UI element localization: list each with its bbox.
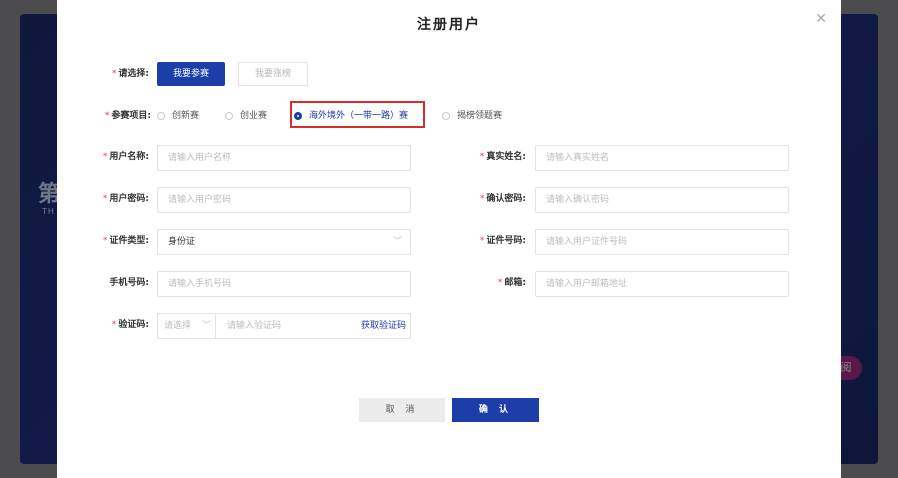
id-number-label: * 证件号码: <box>479 236 526 246</box>
join-competition-button[interactable]: 我要参赛 <box>157 62 225 86</box>
chevron-down-icon: ﹀ <box>201 321 211 331</box>
captcha-input[interactable] <box>217 314 347 338</box>
choose-label: * 请选择: <box>111 69 149 79</box>
confirm-password-label: * 确认密码: <box>479 194 526 204</box>
realname-input[interactable] <box>535 145 789 171</box>
email-input[interactable] <box>535 271 789 297</box>
confirm-password-input[interactable] <box>535 187 789 213</box>
radio-circle-icon <box>157 112 165 120</box>
radio-challenge[interactable]: 揭榜领题赛 <box>442 109 502 123</box>
close-icon[interactable]: ✕ <box>815 12 827 26</box>
realname-label: * 真实姓名: <box>479 152 526 162</box>
project-label: * 参赛项目: <box>104 111 151 121</box>
cancel-button[interactable]: 取 消 <box>359 398 445 422</box>
rank-button[interactable]: 我要涨榜 <box>238 62 308 86</box>
username-label: * 用户名称: <box>102 152 149 162</box>
chevron-down-icon: ﹀ <box>392 237 402 247</box>
id-type-select[interactable]: 身份证 ﹀ <box>157 229 411 255</box>
id-type-label: * 证件类型: <box>102 236 149 246</box>
captcha-group: 请选择 ﹀ 获取验证码 <box>157 313 411 339</box>
radio-circle-icon <box>442 112 450 120</box>
register-modal: 注册用户 ✕ * 请选择: 我要参赛 我要涨榜 * 参赛项目: 创新赛 创业赛 海外… <box>57 0 841 478</box>
password-input[interactable] <box>157 187 411 213</box>
modal-title: 注册用户 <box>417 17 481 33</box>
radio-innovation[interactable]: 创新赛 <box>157 109 199 123</box>
get-captcha-button[interactable]: 获取验证码 <box>361 314 406 338</box>
confirm-button[interactable]: 确 认 <box>452 398 539 422</box>
username-input[interactable] <box>157 145 411 171</box>
phone-input[interactable] <box>157 271 411 297</box>
phone-label: 手机号码: <box>109 278 149 288</box>
email-label: * 邮箱: <box>497 278 526 288</box>
radio-circle-icon <box>225 112 233 120</box>
id-number-input[interactable] <box>535 229 789 255</box>
captcha-label: * 验证码: <box>111 320 149 330</box>
captcha-type-select[interactable]: 请选择 ﹀ <box>158 314 216 338</box>
radio-startup[interactable]: 创业赛 <box>225 109 267 123</box>
highlight-annotation <box>290 101 425 128</box>
password-label: * 用户密码: <box>102 194 149 204</box>
